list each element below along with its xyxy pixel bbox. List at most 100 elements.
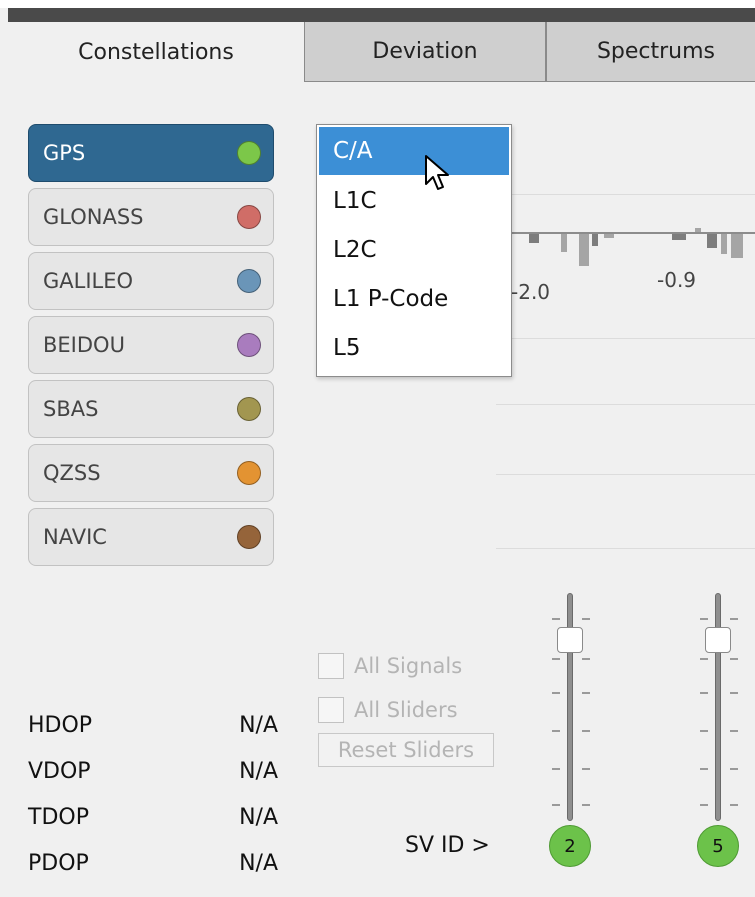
slider-tick — [700, 692, 708, 694]
pointer-cursor-icon — [425, 155, 449, 190]
dop-value: N/A — [239, 851, 278, 876]
constellation-label: BEIDOU — [43, 333, 125, 357]
slider-tick — [582, 618, 590, 620]
slider-tick — [730, 768, 738, 770]
tab-constellations[interactable]: Constellations — [8, 22, 304, 82]
slider-tick — [552, 730, 560, 732]
slider-tick — [582, 658, 590, 660]
slider-tick — [700, 804, 708, 806]
chart-gridline — [496, 194, 755, 195]
signal-dropdown-list[interactable]: C/A L1C L2C L1 P-Code L5 — [316, 124, 512, 377]
slider-tick — [730, 692, 738, 694]
deviation-bar — [579, 234, 589, 266]
sv-slider-handle[interactable] — [705, 627, 731, 653]
slider-tick — [700, 618, 708, 620]
slider-tick — [730, 618, 738, 620]
constellation-label: SBAS — [43, 397, 99, 421]
deviation-bar — [672, 234, 686, 240]
slider-tick — [730, 730, 738, 732]
status-dot-icon — [237, 461, 261, 485]
sv-slider-handle[interactable] — [557, 627, 583, 653]
tab-spectrums[interactable]: Spectrums — [546, 22, 755, 82]
dop-value: N/A — [239, 759, 278, 784]
deviation-bar — [731, 234, 743, 258]
slider-tick — [582, 730, 590, 732]
chart-gridline — [496, 338, 755, 339]
constellation-button-gps[interactable]: GPS — [28, 124, 274, 182]
chart-gridline — [496, 474, 755, 475]
tab-label: Constellations — [78, 39, 234, 65]
dop-label: HDOP — [28, 713, 93, 738]
slider-tick — [730, 658, 738, 660]
chart-gridline — [496, 548, 755, 549]
constellation-button-navic[interactable]: NAVIC — [28, 508, 274, 566]
dropdown-option-ca[interactable]: C/A — [319, 127, 509, 175]
reset-sliders-button[interactable]: Reset Sliders — [318, 733, 494, 767]
chart-tick-label: -0.9 — [657, 268, 697, 292]
dop-value: N/A — [239, 713, 278, 738]
window-title-strip — [8, 8, 755, 22]
slider-tick — [700, 730, 708, 732]
all-sliders-checkbox[interactable] — [318, 697, 344, 723]
vdop-row: VDOP N/A — [28, 759, 278, 799]
constellation-label: GLONASS — [43, 205, 144, 229]
tdop-row: TDOP N/A — [28, 805, 278, 845]
pdop-row: PDOP N/A — [28, 851, 278, 891]
constellation-label: QZSS — [43, 461, 101, 485]
sv-id-label: SV ID > — [405, 833, 490, 858]
slider-tick — [552, 618, 560, 620]
status-dot-icon — [237, 525, 261, 549]
dropdown-option-l5[interactable]: L5 — [319, 324, 509, 372]
tab-deviation[interactable]: Deviation — [304, 22, 546, 82]
slider-tick — [552, 658, 560, 660]
slider-tick — [552, 768, 560, 770]
slider-tick — [552, 692, 560, 694]
constellation-button-glonass[interactable]: GLONASS — [28, 188, 274, 246]
constellation-label: NAVIC — [43, 525, 107, 549]
status-dot-icon — [237, 269, 261, 293]
status-dot-icon — [237, 205, 261, 229]
constellation-button-qzss[interactable]: QZSS — [28, 444, 274, 502]
tab-bar: Constellations Deviation Spectrums — [8, 22, 755, 82]
chart-tick-label: -2.0 — [511, 280, 551, 304]
slider-tick — [582, 692, 590, 694]
sv-id-badge[interactable]: 5 — [697, 825, 739, 867]
dop-label: VDOP — [28, 759, 91, 784]
dropdown-option-l1-p-code[interactable]: L1 P-Code — [319, 275, 509, 323]
all-signals-checkbox[interactable] — [318, 653, 344, 679]
dop-label: PDOP — [28, 851, 89, 876]
all-sliders-label: All Sliders — [354, 698, 458, 722]
dop-value: N/A — [239, 805, 278, 830]
constellation-button-sbas[interactable]: SBAS — [28, 380, 274, 438]
all-signals-label: All Signals — [354, 654, 463, 678]
constellation-button-beidou[interactable]: BEIDOU — [28, 316, 274, 374]
status-dot-icon — [237, 141, 261, 165]
dop-label: TDOP — [28, 805, 89, 830]
all-signals-option[interactable]: All Signals — [318, 653, 462, 679]
sv-id-badge[interactable]: 2 — [549, 825, 591, 867]
tab-label: Spectrums — [596, 39, 716, 64]
chart-gridline — [496, 404, 755, 405]
slider-tick — [582, 804, 590, 806]
deviation-bar — [592, 234, 598, 246]
window-top-border — [0, 0, 755, 8]
constellation-label: GALILEO — [43, 269, 134, 293]
tab-label: Deviation — [372, 39, 478, 64]
status-dot-icon — [237, 397, 261, 421]
deviation-bar — [721, 234, 727, 254]
deviation-bar — [529, 234, 539, 243]
status-dot-icon — [237, 333, 261, 357]
all-sliders-option[interactable]: All Sliders — [318, 697, 458, 723]
constellation-label: GPS — [43, 141, 86, 165]
dropdown-option-l1c[interactable]: L1C — [319, 177, 509, 225]
constellation-button-galileo[interactable]: GALILEO — [28, 252, 274, 310]
deviation-bar — [604, 234, 614, 238]
slider-tick — [730, 804, 738, 806]
deviation-bar — [707, 234, 717, 248]
deviation-bar — [561, 234, 567, 252]
deviation-bar — [695, 228, 701, 232]
slider-tick — [700, 658, 708, 660]
slider-tick — [582, 768, 590, 770]
dropdown-option-l2c[interactable]: L2C — [319, 226, 509, 274]
slider-tick — [700, 768, 708, 770]
